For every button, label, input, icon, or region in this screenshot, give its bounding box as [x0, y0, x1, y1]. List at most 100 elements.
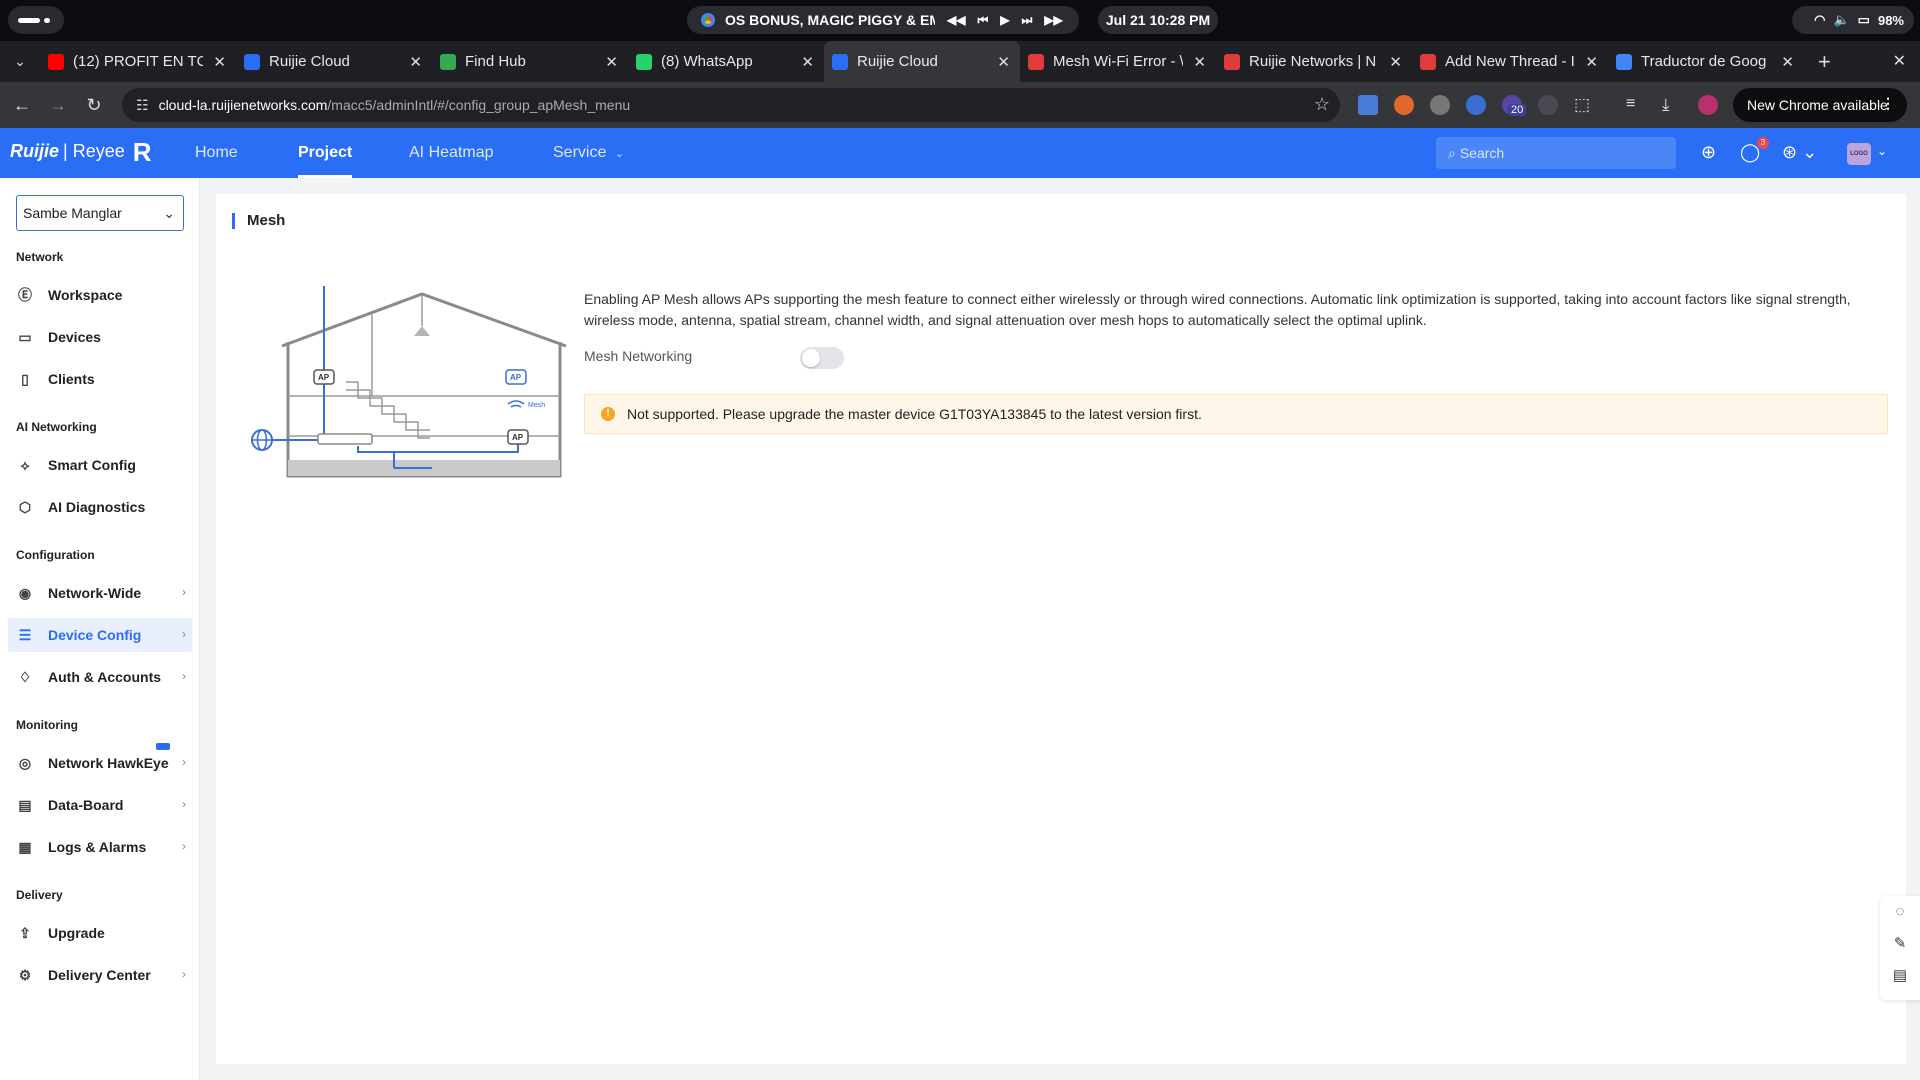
extensions-puzzle-icon[interactable]: ⬚: [1574, 95, 1594, 115]
close-window-icon[interactable]: ✕: [1893, 51, 1906, 71]
mesh-networking-label: Mesh Networking: [584, 348, 693, 364]
ruijie-cloud-icon: [832, 53, 848, 70]
tab-search-chevron-icon[interactable]: ⌄: [0, 53, 40, 70]
browser-tab[interactable]: Traductor de Goog ✕: [1608, 41, 1804, 82]
browser-tab[interactable]: Add New Thread - I ✕: [1412, 41, 1608, 82]
sidebar-item-smart-config[interactable]: ⟡ Smart Config: [8, 448, 192, 482]
new-tab-button[interactable]: +: [1818, 49, 1831, 75]
tab-close-icon[interactable]: ✕: [1389, 53, 1402, 71]
add-circle-icon[interactable]: ⊕: [1701, 142, 1716, 163]
devices-icon: ▭: [18, 328, 32, 345]
sidebar-item-device-config[interactable]: ☰ Device Config ›: [8, 618, 192, 652]
play-icon[interactable]: ▶: [1000, 13, 1009, 27]
sidebar-item-label: Auth & Accounts: [48, 669, 162, 685]
svg-text:AP: AP: [512, 433, 524, 442]
clients-icon: ▯: [21, 370, 29, 387]
alert-message: Not supported. Please upgrade the master…: [627, 406, 1202, 422]
sidebar-item-network-wide[interactable]: ◉ Network-Wide ›: [8, 576, 192, 610]
chat-support-icon[interactable]: ◌: [1880, 896, 1920, 928]
browser-tab[interactable]: Mesh Wi-Fi Error - \ ✕: [1020, 41, 1216, 82]
avatar-chevron-icon[interactable]: ⌄: [1877, 144, 1887, 158]
nav-ai-heatmap[interactable]: AI Heatmap: [409, 128, 493, 178]
sidebar-item-workspace[interactable]: Ⓔ Workspace: [8, 278, 192, 312]
browser-tab[interactable]: (12) PROFIT EN TC ✕: [40, 41, 236, 82]
site-info-icon[interactable]: ☷: [136, 97, 149, 114]
nav-service[interactable]: Service ⌄: [553, 128, 624, 178]
address-bar[interactable]: ☷ cloud-la.ruijienetworks.com /macc5/adm…: [122, 88, 1340, 122]
downloads-icon[interactable]: ⤓: [1662, 95, 1682, 115]
media-queue-icon[interactable]: ≡: [1626, 95, 1646, 115]
project-selector[interactable]: Sambe Manglar ⌄: [16, 195, 184, 231]
clipboard-icon[interactable]: ▤: [1880, 960, 1920, 992]
workspace-icon: Ⓔ: [18, 287, 32, 303]
sidebar-item-logs-alarms[interactable]: ▦ Logs & Alarms ›: [8, 830, 192, 864]
feedback-pen-icon[interactable]: ✎: [1880, 928, 1920, 960]
media-controls[interactable]: OS BONUS, MAGIC PIGGY & EMI ◀◀ ⏮ ▶ ⏭ ▶▶: [687, 6, 1079, 34]
chevron-right-icon: ›: [182, 669, 186, 683]
sidebar-item-auth-accounts[interactable]: ♢ Auth & Accounts ›: [8, 660, 192, 694]
avatar[interactable]: LOGO: [1847, 143, 1871, 165]
search-placeholder: Search: [1459, 145, 1505, 161]
volume-icon: 🔈: [1833, 12, 1850, 27]
tab-close-icon[interactable]: ✕: [605, 53, 618, 71]
brand-logo[interactable]: Ruijie | Reyee R: [10, 139, 152, 165]
section-monitoring: Monitoring: [16, 718, 78, 732]
search-input[interactable]: ⌕ Search: [1436, 137, 1676, 169]
language-globe-icon[interactable]: ⊛ ⌄: [1782, 142, 1817, 163]
forward-icon[interactable]: →: [40, 95, 76, 116]
reload-icon[interactable]: ↻: [76, 95, 112, 116]
tab-close-icon[interactable]: ✕: [801, 53, 814, 71]
sidebar-item-data-board[interactable]: ▤ Data-Board ›: [8, 788, 192, 822]
fast-forward-icon[interactable]: ▶▶: [1044, 13, 1062, 27]
tab-title: Ruijie Cloud: [857, 53, 938, 70]
fire-extension-icon[interactable]: [1394, 95, 1414, 115]
nav-home[interactable]: Home: [195, 128, 238, 178]
profile-extension-icon[interactable]: [1698, 95, 1718, 115]
settings-extension-icon[interactable]: [1466, 95, 1486, 115]
mesh-networking-toggle[interactable]: [800, 347, 844, 369]
sidebar-item-upgrade[interactable]: ⇪ Upgrade: [8, 916, 192, 950]
browser-tab[interactable]: Find Hub ✕: [432, 41, 628, 82]
smart-config-icon: ⟡: [20, 456, 30, 473]
floating-toolbar: ◌ ✎ ▤: [1880, 896, 1920, 1000]
hawkeye-icon: ◎: [18, 754, 32, 771]
chrome-update-button[interactable]: New Chrome available ⋮: [1733, 88, 1907, 122]
sidebar-item-network-hawkeye[interactable]: ◎ Network HawkEye ›: [8, 746, 192, 780]
rewind-icon[interactable]: ◀◀: [947, 13, 965, 27]
clock[interactable]: Jul 21 10:28 PM: [1098, 6, 1218, 34]
section-delivery: Delivery: [16, 888, 63, 902]
project-name: Sambe Manglar: [23, 205, 122, 221]
browser-tab[interactable]: Ruijie Cloud ✕: [236, 41, 432, 82]
previous-track-icon[interactable]: ⏮: [977, 13, 988, 28]
sidebar-item-delivery-center[interactable]: ⚙ Delivery Center ›: [8, 958, 192, 992]
next-track-icon[interactable]: ⏭: [1022, 13, 1033, 28]
sidebar-item-label: Network-Wide: [48, 585, 142, 601]
system-status[interactable]: ◠ 🔈 ▭ 98%: [1792, 6, 1914, 34]
sidebar-item-clients[interactable]: ▯ Clients: [8, 362, 192, 396]
browser-menu-icon[interactable]: ⋮: [1881, 95, 1895, 112]
sidebar-item-ai-diagnostics[interactable]: ⬡ AI Diagnostics: [8, 490, 192, 524]
nav-project[interactable]: Project: [298, 128, 353, 178]
tab-close-icon[interactable]: ✕: [409, 53, 422, 71]
launcher-button[interactable]: [8, 6, 64, 34]
browser-tab[interactable]: Ruijie Cloud ✕: [824, 41, 1020, 82]
tab-close-icon[interactable]: ✕: [1193, 53, 1206, 71]
bookmark-star-icon[interactable]: ☆: [1314, 94, 1330, 115]
dark-extension-icon[interactable]: [1538, 95, 1558, 115]
openai-extension-icon[interactable]: [1430, 95, 1450, 115]
chevron-down-icon: ⌄: [163, 205, 175, 221]
sidebar-item-label: Delivery Center: [48, 967, 151, 983]
tab-close-icon[interactable]: ✕: [1585, 53, 1598, 71]
browser-tab[interactable]: (8) WhatsApp ✕: [628, 41, 824, 82]
translate-extension-icon[interactable]: [1358, 95, 1378, 115]
tab-strip: ⌄ (12) PROFIT EN TC ✕ Ruijie Cloud ✕ Find Hu…: [0, 41, 1920, 82]
browser-tab[interactable]: Ruijie Networks | N ✕: [1216, 41, 1412, 82]
chevron-right-icon: ›: [182, 627, 186, 641]
back-icon[interactable]: ←: [4, 95, 40, 116]
tab-close-icon[interactable]: ✕: [997, 53, 1010, 71]
tab-close-icon[interactable]: ✕: [213, 53, 226, 71]
url-host: cloud-la.ruijienetworks.com: [158, 97, 328, 113]
sidebar-item-devices[interactable]: ▭ Devices: [8, 320, 192, 354]
chevron-right-icon: ›: [182, 839, 186, 853]
tab-close-icon[interactable]: ✕: [1781, 53, 1794, 71]
